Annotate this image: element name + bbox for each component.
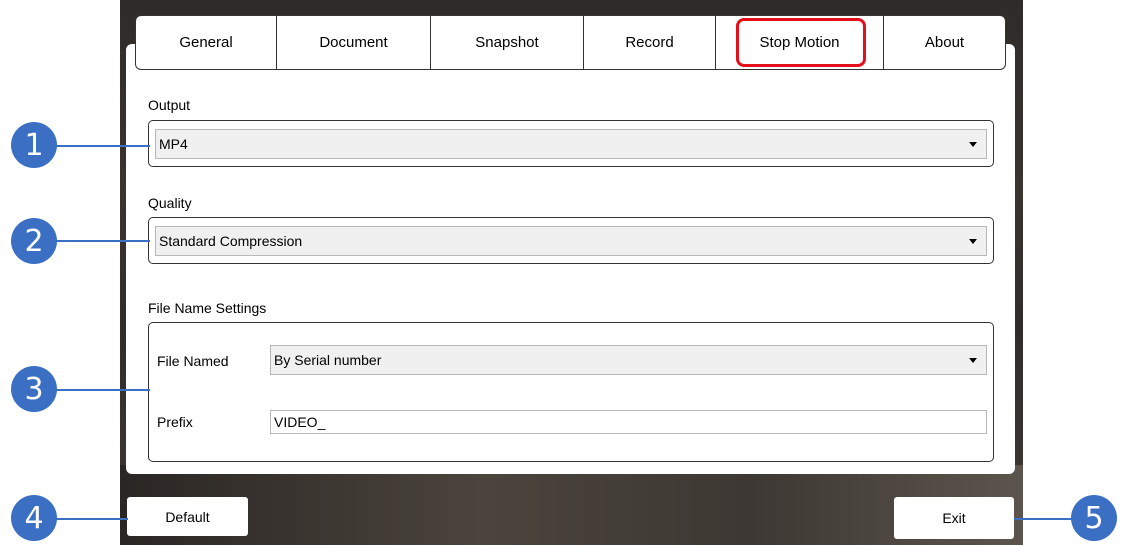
- callout-badge-5: 5: [1071, 495, 1117, 541]
- tab-document[interactable]: Document: [277, 16, 431, 69]
- callout-line-5: [1014, 518, 1074, 520]
- callout-line-3: [50, 389, 150, 391]
- file-name-settings-label: File Name Settings: [148, 300, 267, 316]
- tab-snapshot[interactable]: Snapshot: [431, 16, 584, 69]
- chevron-down-icon: [969, 358, 977, 363]
- quality-select-value: Standard Compression: [159, 233, 303, 249]
- file-name-settings-group: File Named By Serial number Prefix VIDEO…: [148, 322, 994, 462]
- callout-badge-4: 4: [11, 495, 57, 541]
- prefix-input[interactable]: VIDEO_: [270, 410, 987, 434]
- output-select-value: MP4: [159, 136, 188, 152]
- callout-badge-1: 1: [11, 122, 57, 168]
- quality-label: Quality: [148, 195, 192, 211]
- file-named-label: File Named: [157, 353, 229, 369]
- callout-badge-2: 2: [11, 218, 57, 264]
- callout-badge-3: 3: [11, 366, 57, 412]
- output-group: MP4: [148, 120, 994, 167]
- callout-line-4: [50, 518, 128, 520]
- tab-about[interactable]: About: [884, 16, 1005, 69]
- callout-line-2: [50, 240, 150, 242]
- quality-group: Standard Compression: [148, 217, 994, 264]
- tab-general[interactable]: General: [136, 16, 277, 69]
- chevron-down-icon: [969, 142, 977, 147]
- chevron-down-icon: [969, 239, 977, 244]
- tab-record[interactable]: Record: [584, 16, 716, 69]
- tab-stop-motion[interactable]: Stop Motion: [716, 16, 884, 69]
- exit-button[interactable]: Exit: [894, 497, 1014, 539]
- prefix-label: Prefix: [157, 414, 193, 430]
- default-button[interactable]: Default: [127, 497, 248, 536]
- tab-bar: General Document Snapshot Record Stop Mo…: [135, 15, 1006, 70]
- file-named-select-value: By Serial number: [274, 352, 382, 368]
- file-named-select[interactable]: By Serial number: [270, 345, 987, 375]
- callout-line-1: [50, 145, 150, 147]
- output-label: Output: [148, 97, 191, 113]
- output-select[interactable]: MP4: [155, 129, 987, 159]
- quality-select[interactable]: Standard Compression: [155, 226, 987, 256]
